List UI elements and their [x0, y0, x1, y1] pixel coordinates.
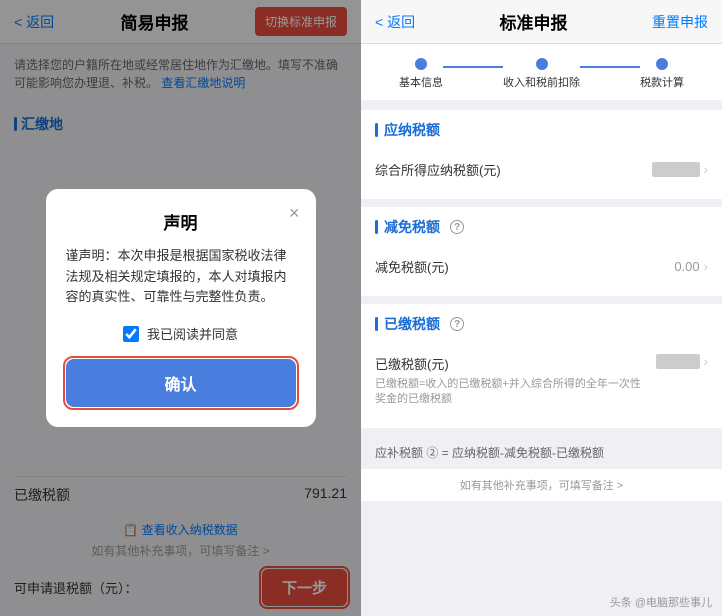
paid-label: 已缴税额(元) — [375, 354, 648, 373]
step-dot-1 — [536, 58, 548, 70]
left-panel: < 返回 简易申报 切换标准申报 请选择您的户籍所在地或经常居住地作为汇缴地。填… — [0, 0, 361, 616]
paid-section: 已缴税额 ? 已缴税额(元) 已缴税额=收入的已缴税额+并入综合所得的全年一次性… — [361, 304, 722, 428]
reduction-chevron-icon: › — [704, 259, 708, 274]
modal-checkbox-label: 我已阅读并同意 — [147, 324, 238, 343]
right-back-button[interactable]: < 返回 — [375, 12, 415, 32]
right-body: 应纳税额 综合所得应纳税额(元) 0 › 减免税额 ? 减免税额(元) 0.00… — [361, 110, 722, 602]
paid-question-icon[interactable]: ? — [450, 317, 464, 331]
modal-box: 声明 × 谨声明：本次申报是根据国家税收法律法规及相关规定填报的，本人对填报内容… — [46, 189, 316, 427]
taxable-label: 综合所得应纳税额(元) — [375, 160, 501, 179]
reduction-title: 减免税额 ? — [375, 217, 708, 237]
step-label-2: 税款计算 — [640, 74, 684, 90]
taxable-blurred: 0 — [652, 162, 699, 177]
paid-value: 0 › — [656, 354, 708, 369]
step-item-2: 税款计算 — [640, 58, 684, 90]
watermark: 头条 @电脑那些事儿 — [610, 594, 712, 610]
paid-blurred: 0 — [656, 354, 699, 369]
paid-sub-desc: 已缴税额=收入的已缴税额+并入综合所得的全年一次性奖金的已缴税额 — [375, 377, 648, 408]
taxable-value: 0 › — [652, 162, 708, 177]
taxable-title: 应纳税额 — [375, 120, 708, 140]
paid-title: 已缴税额 ? — [375, 314, 708, 334]
right-title: 标准申报 — [500, 9, 568, 34]
taxable-section: 应纳税额 综合所得应纳税额(元) 0 › — [361, 110, 722, 199]
step-item-0: 基本信息 — [399, 58, 443, 90]
formula-row: 应补税额 ② = 应纳税额-减免税额-已缴税额 — [361, 436, 722, 469]
step-line-0 — [443, 66, 503, 68]
right-header: < 返回 标准申报 重置申报 — [361, 0, 722, 44]
step-dot-0 — [415, 58, 427, 70]
step-bar: 基本信息 收入和税前扣除 税款计算 — [361, 44, 722, 100]
paid-label-area: 已缴税额(元) 已缴税额=收入的已缴税额+并入综合所得的全年一次性奖金的已缴税额 — [375, 354, 648, 408]
taxable-row[interactable]: 综合所得应纳税额(元) 0 › — [375, 150, 708, 189]
bottom-note[interactable]: 如有其他补充事项，可填写备注 > — [361, 469, 722, 501]
step-label-1: 收入和税前扣除 — [503, 74, 580, 90]
modal-close-button[interactable]: × — [289, 203, 300, 224]
reduction-row[interactable]: 减免税额(元) 0.00 › — [375, 247, 708, 286]
step-dot-2 — [656, 58, 668, 70]
modal-confirm-button[interactable]: 确认 — [66, 359, 296, 407]
step-line-1 — [580, 66, 640, 68]
paid-chevron-icon: › — [704, 354, 708, 369]
taxable-chevron-icon: › — [704, 162, 708, 177]
modal-checkbox-row: 我已阅读并同意 — [66, 324, 296, 343]
reduction-question-icon[interactable]: ? — [450, 220, 464, 234]
right-panel: < 返回 标准申报 重置申报 基本信息 收入和税前扣除 税款计算 应纳税额 综合… — [361, 0, 722, 616]
step-item-1: 收入和税前扣除 — [503, 58, 580, 90]
modal-title: 声明 — [66, 209, 296, 234]
reduction-label: 减免税额(元) — [375, 257, 449, 276]
paid-row[interactable]: 已缴税额(元) 已缴税额=收入的已缴税额+并入综合所得的全年一次性奖金的已缴税额… — [375, 344, 708, 418]
reset-button[interactable]: 重置申报 — [652, 12, 708, 32]
reduction-value: 0.00 › — [674, 259, 708, 274]
modal-overlay: 声明 × 谨声明：本次申报是根据国家税收法律法规及相关规定填报的，本人对填报内容… — [0, 0, 361, 616]
step-label-0: 基本信息 — [399, 74, 443, 90]
modal-body: 谨声明：本次申报是根据国家税收法律法规及相关规定填报的，本人对填报内容的真实性、… — [66, 246, 296, 308]
modal-checkbox[interactable] — [123, 326, 139, 342]
reduction-section: 减免税额 ? 减免税额(元) 0.00 › — [361, 207, 722, 296]
